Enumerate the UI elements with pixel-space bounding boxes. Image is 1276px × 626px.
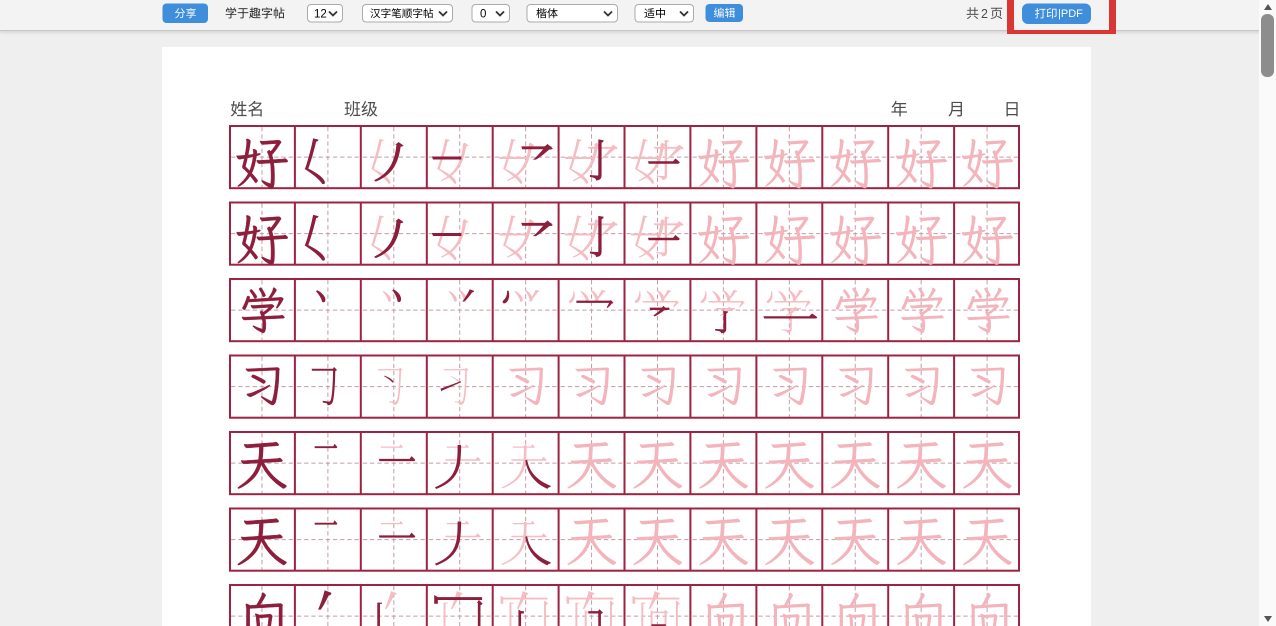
svg-text:0: 0 bbox=[480, 8, 486, 20]
svg-text:2: 2 bbox=[981, 7, 988, 21]
svg-text:12: 12 bbox=[314, 8, 327, 20]
